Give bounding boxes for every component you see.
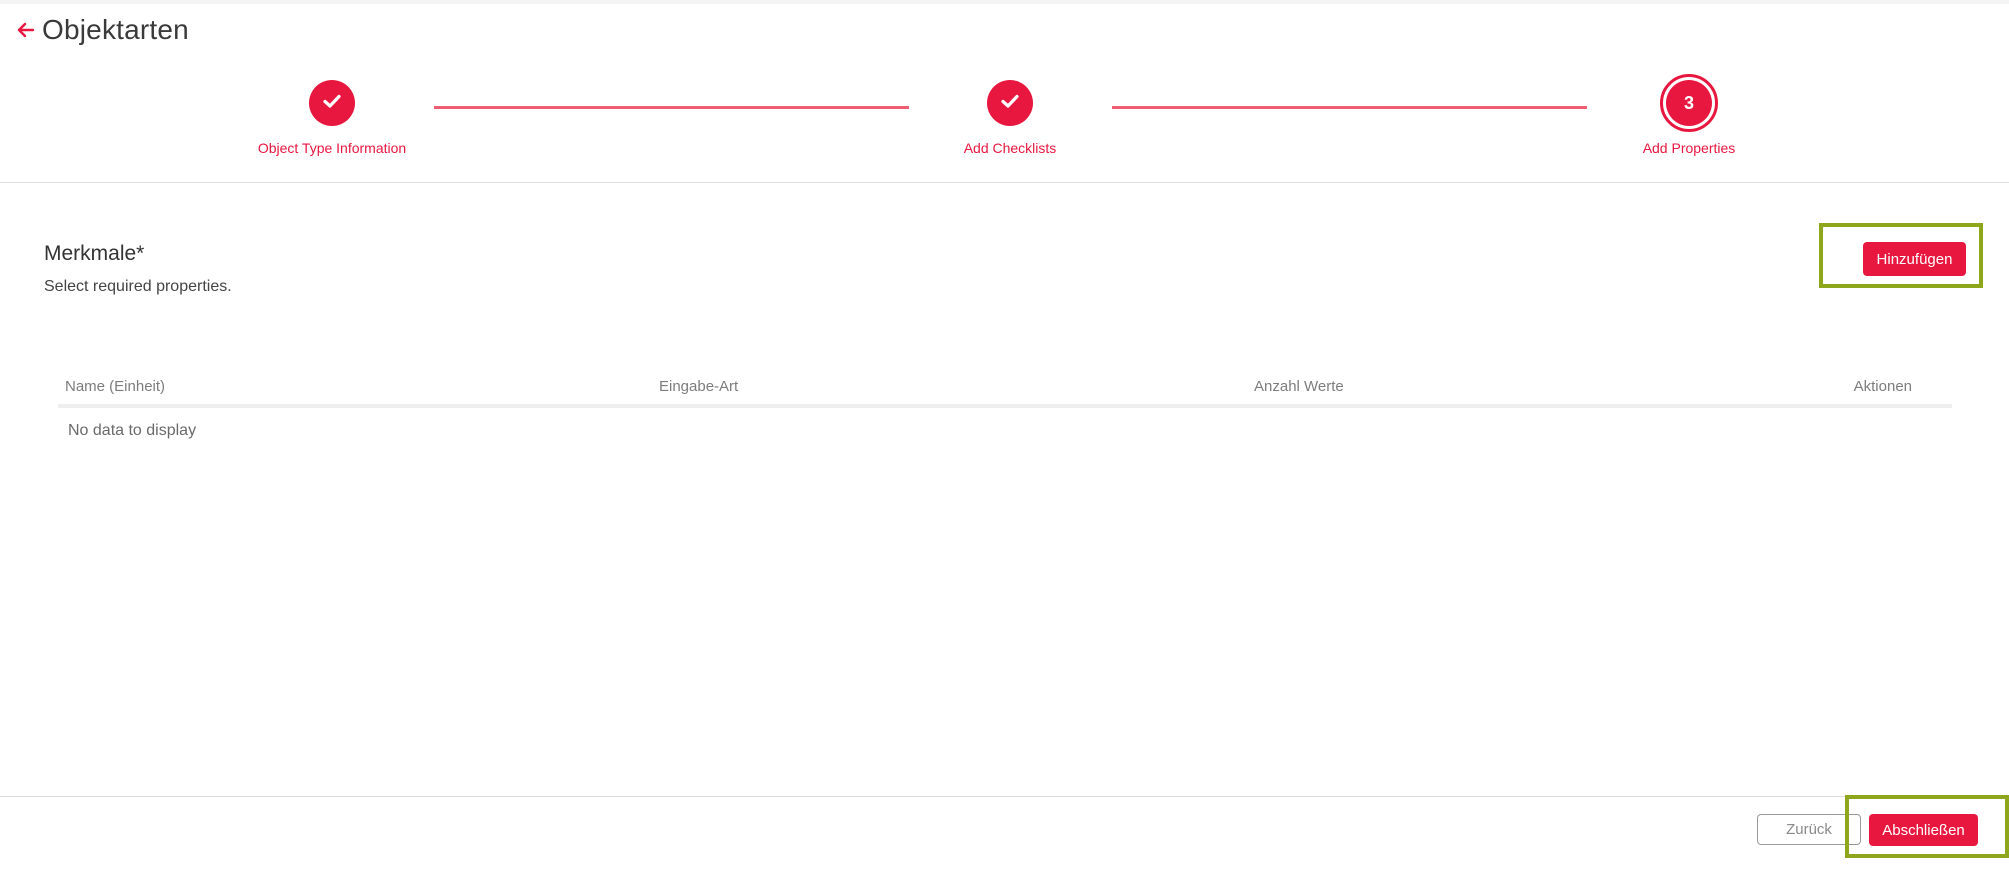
step-circle-current: 3 xyxy=(1660,74,1718,132)
step-connector-1 xyxy=(434,106,909,109)
step-label: Add Checklists xyxy=(963,140,1057,156)
check-icon xyxy=(322,93,342,114)
table-header: Name (Einheit) Eingabe-Art Anzahl Werte … xyxy=(58,372,1952,408)
step-object-type-information[interactable]: Object Type Information xyxy=(222,80,442,156)
page: Objektarten Object Type Information Add … xyxy=(0,0,2009,873)
step-circle-completed xyxy=(987,80,1033,126)
column-header-input-type[interactable]: Eingabe-Art xyxy=(659,378,738,395)
top-bar xyxy=(0,0,2009,4)
step-connector-2 xyxy=(1112,106,1587,109)
stepper-divider xyxy=(0,182,2009,183)
column-header-actions: Aktionen xyxy=(1853,378,1912,395)
properties-table: Name (Einheit) Eingabe-Art Anzahl Werte … xyxy=(58,372,1952,440)
step-add-checklists[interactable]: Add Checklists xyxy=(900,80,1120,156)
stepper: Object Type Information Add Checklists 3… xyxy=(0,74,2009,182)
step-circle-completed xyxy=(309,80,355,126)
step-add-properties[interactable]: 3 Add Properties xyxy=(1579,74,1799,156)
section-subtitle: Select required properties. xyxy=(44,278,232,295)
page-title: Objektarten xyxy=(42,14,189,45)
footer-divider xyxy=(0,796,2009,797)
finish-button[interactable]: Abschließen xyxy=(1869,814,1978,846)
empty-message: No data to display xyxy=(68,422,197,439)
step-number: 3 xyxy=(1666,80,1712,126)
page-header: Objektarten xyxy=(16,12,189,48)
column-header-name[interactable]: Name (Einheit) xyxy=(65,378,165,395)
step-label: Object Type Information xyxy=(257,140,407,156)
step-label: Add Properties xyxy=(1642,140,1736,156)
section-title: Merkmale* xyxy=(44,242,145,265)
check-icon xyxy=(1000,93,1020,114)
arrow-left-icon[interactable] xyxy=(16,20,36,40)
add-button[interactable]: Hinzufügen xyxy=(1863,242,1966,276)
column-header-value-count[interactable]: Anzahl Werte xyxy=(1254,378,1344,395)
